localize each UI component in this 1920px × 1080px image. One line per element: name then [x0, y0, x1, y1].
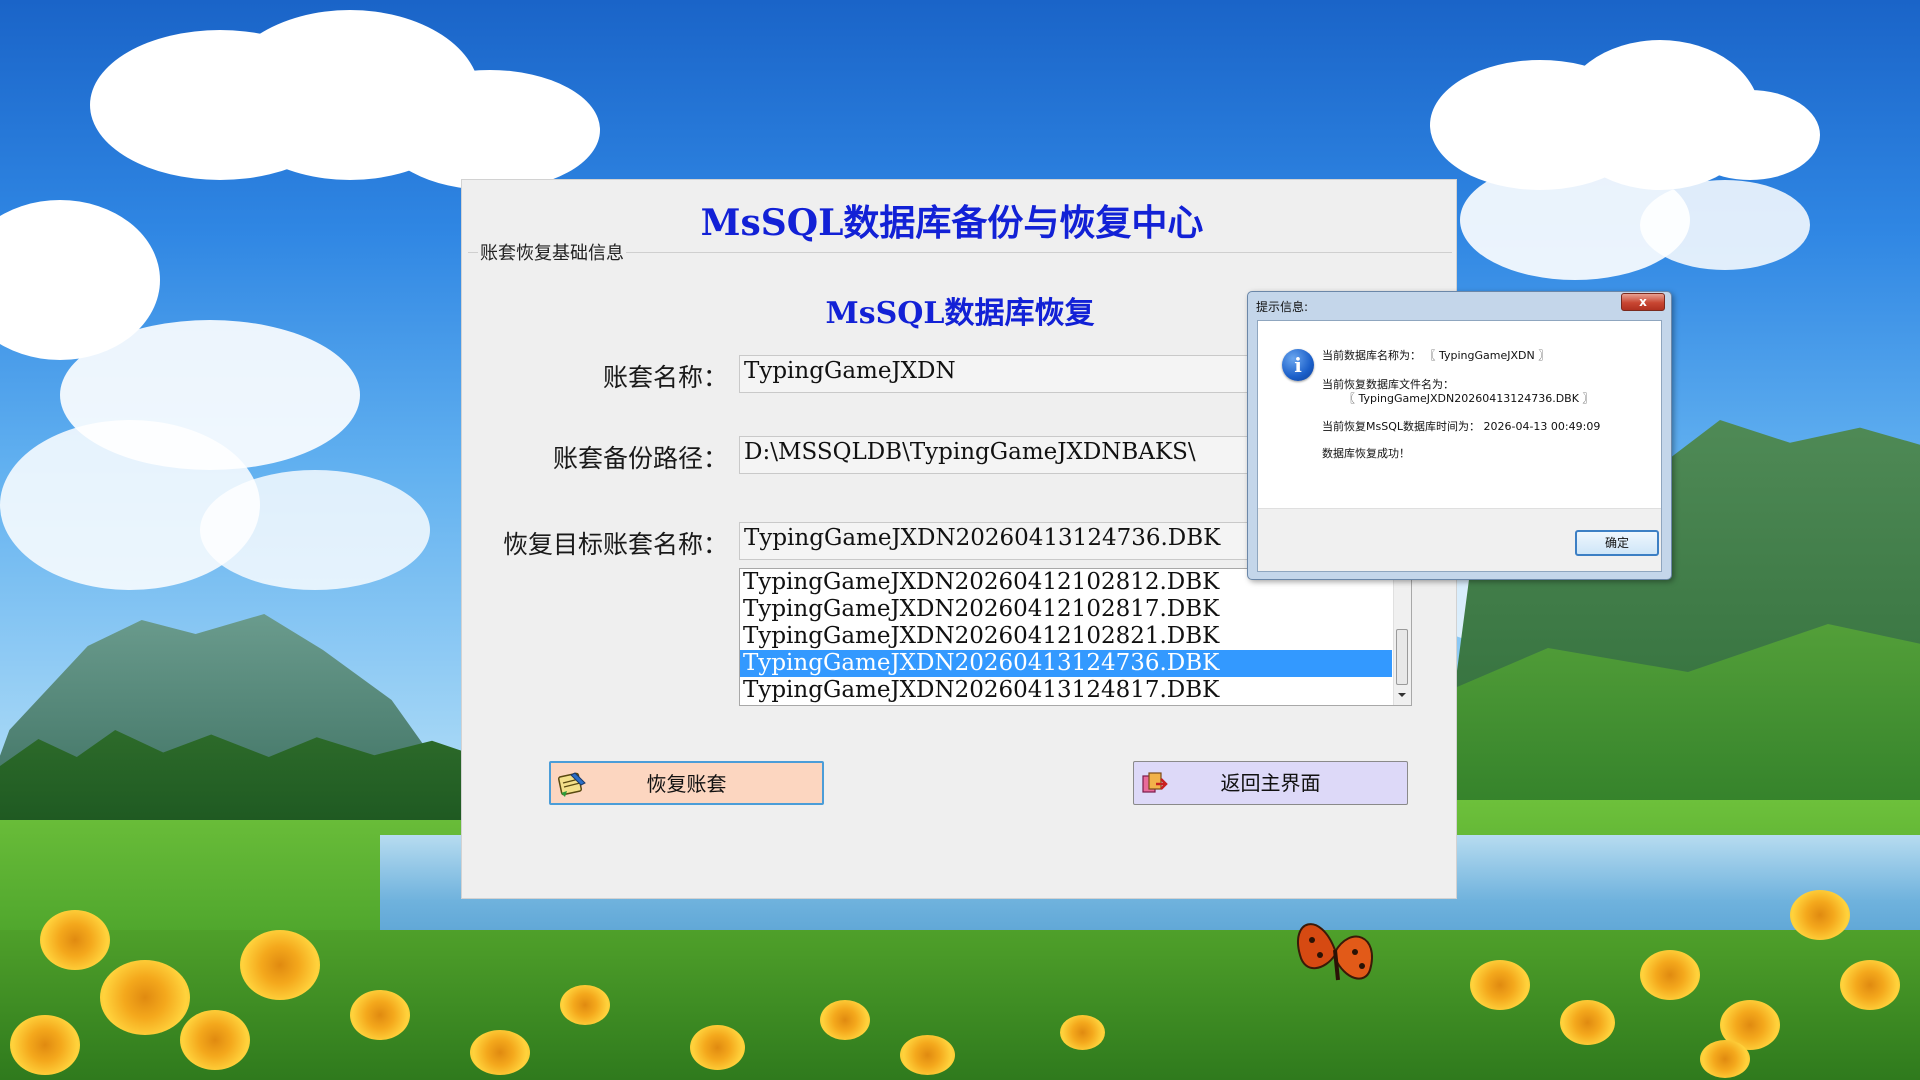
flower: [40, 910, 110, 970]
flower: [1640, 950, 1700, 1000]
info-dialog: 提示信息: x i 当前数据库名称为： 〖 TypingGameJXDN 〗 当…: [1247, 291, 1672, 580]
restore-account-button[interactable]: 恢复账套: [549, 761, 824, 805]
flower: [10, 1015, 80, 1075]
scroll-down-arrow-icon[interactable]: [1398, 693, 1406, 697]
list-item-selected[interactable]: TypingGameJXDN20260413124736.DBK: [740, 650, 1392, 677]
file-name-message-value: 〖 TypingGameJXDN20260413124736.DBK 〗: [1344, 392, 1594, 405]
list-item[interactable]: TypingGameJXDN20260413124817.DBK: [740, 677, 1392, 704]
flower: [470, 1030, 530, 1075]
account-name-field[interactable]: TypingGameJXDN: [739, 355, 1259, 393]
flower: [900, 1035, 955, 1075]
success-message: 数据库恢复成功！: [1322, 447, 1410, 460]
list-item[interactable]: TypingGameJXDN20260412102821.DBK: [740, 623, 1392, 650]
backup-file-list[interactable]: TypingGameJXDN20260412102812.DBK TypingG…: [739, 568, 1412, 706]
ok-button[interactable]: 确定: [1575, 530, 1659, 556]
flower: [1060, 1015, 1105, 1050]
dialog-body: i 当前数据库名称为： 〖 TypingGameJXDN 〗 当前恢复数据库文件…: [1257, 320, 1662, 572]
flower: [100, 960, 190, 1035]
scroll-thumb[interactable]: [1396, 629, 1408, 685]
cloud: [200, 470, 430, 590]
cloud: [1640, 180, 1810, 270]
flower: [240, 930, 320, 1000]
flower: [1560, 1000, 1615, 1045]
cloud: [380, 70, 600, 190]
list-scrollbar[interactable]: [1393, 569, 1411, 705]
restore-time-message: 当前恢复MsSQL数据库时间为： 2026-04-13 00:49:09: [1322, 420, 1601, 433]
restore-book-icon: [557, 772, 586, 797]
info-icon: i: [1282, 349, 1314, 381]
close-button[interactable]: x: [1621, 293, 1665, 311]
flower: [1470, 960, 1530, 1010]
flower: [690, 1025, 745, 1070]
flower: [560, 985, 610, 1025]
list-item[interactable]: TypingGameJXDN20260412102817.DBK: [740, 596, 1392, 623]
dialog-title: 提示信息:: [1256, 300, 1309, 314]
flower: [350, 990, 410, 1040]
db-name-message: 当前数据库名称为： 〖 TypingGameJXDN 〗: [1322, 349, 1550, 362]
group-label: 账套恢复基础信息: [478, 239, 626, 265]
cloud: [1680, 90, 1820, 180]
target-account-label: 恢复目标账套名称：: [502, 530, 728, 559]
flower: [820, 1000, 870, 1040]
restore-button-label: 恢复账套: [646, 772, 727, 796]
flower: [1790, 890, 1850, 940]
backup-path-field[interactable]: D:\MSSQLDB\TypingGameJXDNBAKS\: [739, 436, 1259, 474]
account-name-label: 账套名称：: [602, 363, 728, 392]
dialog-footer: 确定: [1258, 508, 1661, 571]
flower: [180, 1010, 250, 1070]
return-main-button[interactable]: 返回主界面: [1133, 761, 1408, 805]
flower: [1700, 1040, 1750, 1078]
target-account-field[interactable]: TypingGameJXDN20260413124736.DBK: [739, 522, 1259, 560]
butterfly: [1297, 923, 1373, 981]
return-button-label: 返回主界面: [1220, 771, 1321, 795]
flower: [1840, 960, 1900, 1010]
backup-path-label: 账套备份路径：: [552, 444, 728, 473]
close-icon: x: [1639, 295, 1647, 309]
return-home-icon: [1142, 772, 1168, 793]
